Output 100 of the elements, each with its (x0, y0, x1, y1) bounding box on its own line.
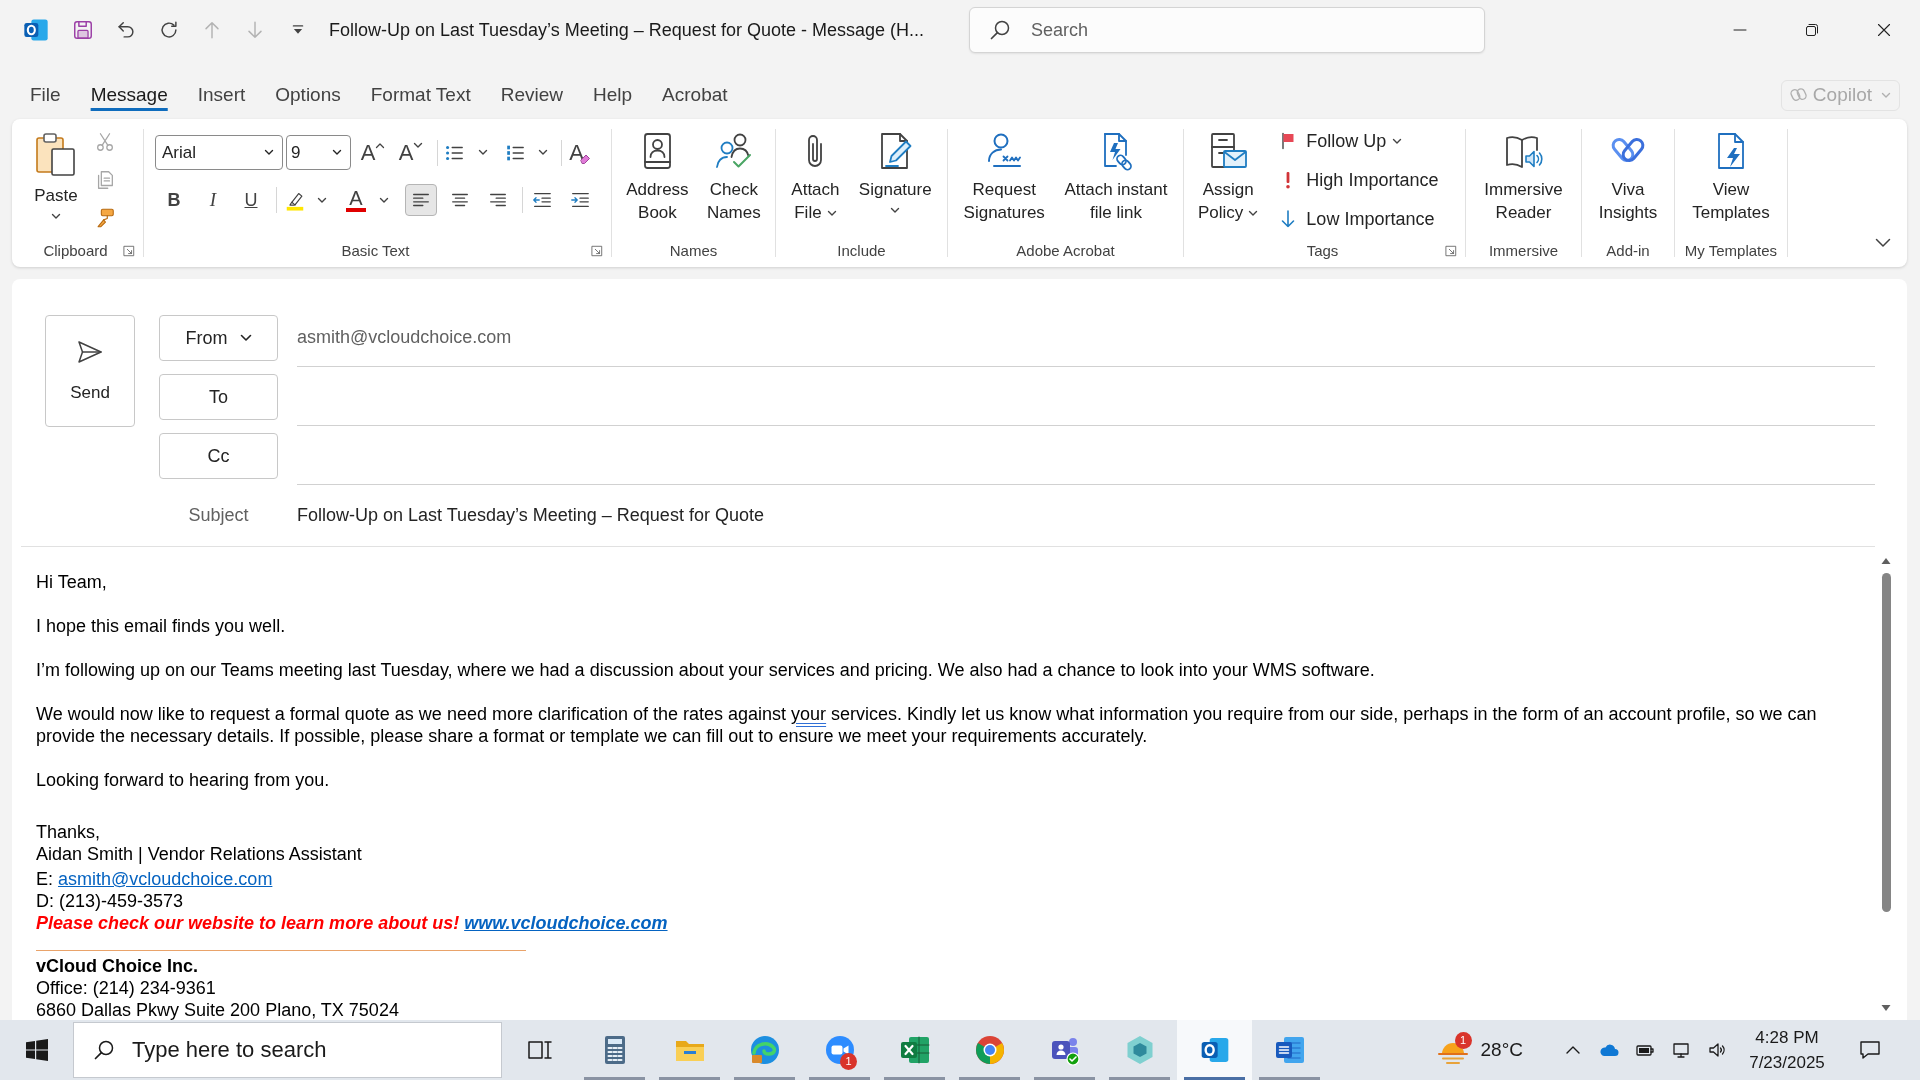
high-importance-button[interactable]: High Importance (1272, 164, 1445, 196)
search-icon (93, 1039, 115, 1061)
running-indicator (1034, 1077, 1095, 1080)
running-indicator (884, 1077, 945, 1080)
ribbon-tab[interactable]: Format Text (355, 73, 486, 117)
website-note: Please check our website to learn more about us! www.vcloudchoice.com (36, 912, 669, 934)
immersive-reader-button[interactable]: Immersive Reader (1480, 119, 1567, 237)
ribbon-tab[interactable]: Insert (182, 73, 261, 117)
grow-font-button[interactable]: A (357, 135, 389, 170)
ribbon-tab[interactable]: Review (485, 73, 579, 117)
request-signatures-button[interactable]: Request Signatures (959, 119, 1049, 237)
running-indicator (1109, 1077, 1170, 1080)
body-paragraph: Hi Team, (36, 571, 108, 593)
send-button[interactable]: Send (45, 315, 135, 427)
launcher-icon (591, 245, 603, 257)
caret-down-icon (1248, 210, 1259, 217)
ribbon-tab[interactable]: Message (75, 73, 183, 117)
follow-up-button[interactable]: Follow Up (1272, 125, 1445, 157)
scrollbar-thumb[interactable] (1881, 573, 1891, 912)
paste-button[interactable]: Paste (30, 119, 82, 237)
running-indicator (1184, 1077, 1245, 1080)
to-button[interactable]: To (159, 374, 278, 420)
low-importance-button[interactable]: Low Importance (1272, 203, 1445, 235)
launcher-icon (123, 245, 135, 257)
speech-bubble-icon (1859, 1039, 1881, 1061)
caret-down-icon (317, 196, 327, 204)
font-size-field[interactable]: 9 (286, 135, 351, 170)
ribbon-tab[interactable]: Help (578, 73, 648, 117)
group-label: Immersive (1487, 241, 1560, 261)
company-name: vCloud Choice Inc. (36, 955, 200, 977)
group-label: Tags (1305, 241, 1340, 261)
caret-down-icon (826, 210, 837, 217)
direct-phone-text: D: (213)-459-3573 (36, 890, 185, 912)
send-icon (76, 338, 104, 366)
window-title: Follow-Up on Last Tuesday’s Meeting – Request for Quote - Message (H... (329, 18, 924, 42)
caret-down-icon (51, 213, 61, 220)
running-indicator (1259, 1077, 1320, 1080)
clock-button[interactable]: 4:28 PM 7/23/2025 (1735, 1020, 1839, 1080)
weather-button[interactable]: 1 28°C (1428, 1020, 1529, 1080)
clear-formatting-button[interactable]: A (565, 135, 595, 170)
from-button[interactable]: From (159, 315, 278, 361)
running-indicator (584, 1077, 645, 1080)
sender-name-title: Aidan Smith | Vendor Relations Assistant (36, 843, 363, 865)
caret-down-icon (1392, 137, 1403, 145)
people-check-icon (713, 131, 754, 171)
align-left-button[interactable] (405, 184, 437, 216)
email-line: E: asmith@vcloudchoice.com (36, 868, 274, 890)
ribbon-tab[interactable]: Options (260, 73, 356, 117)
browser-wheel-icon (973, 1034, 1006, 1066)
website-link[interactable]: www.vcloudchoice.com (464, 913, 668, 933)
body-paragraph: Looking forward to hearing from you. (36, 769, 331, 791)
group-label: Names (668, 241, 719, 261)
search-field[interactable]: Search (969, 7, 1485, 53)
redo-icon (158, 19, 180, 41)
shrink-font-button[interactable]: A (395, 135, 427, 170)
attach-file-button[interactable]: Attach File (787, 119, 844, 237)
exclamation-icon (1285, 171, 1292, 189)
address-book-button[interactable]: Address Book (622, 119, 693, 237)
scissors-icon (94, 131, 116, 153)
underline-button[interactable]: U (235, 184, 267, 216)
running-indicator (809, 1077, 870, 1080)
close-icon (1877, 23, 1891, 37)
body-paragraph: I hope this email finds you well. (36, 615, 287, 637)
video-app-button[interactable]: 1 (802, 1020, 877, 1080)
assign-policy-button[interactable]: Assign Policy (1194, 119, 1263, 237)
font-color-button[interactable]: A (341, 184, 371, 216)
color-bar-icon (346, 208, 366, 212)
font-name-field[interactable]: Arial (155, 135, 283, 170)
scroll-down-arrow-icon[interactable] (1881, 1004, 1891, 1012)
spreadsheet-icon (898, 1034, 931, 1066)
ribbon-tab[interactable]: Acrobat (647, 73, 743, 117)
cc-button[interactable]: Cc (159, 433, 278, 479)
chevron-down-icon (239, 334, 252, 342)
restore-icon (1805, 23, 1819, 37)
monitor-icon (1671, 1040, 1691, 1060)
scroll-up-arrow-icon[interactable] (1881, 557, 1891, 565)
office-phone-text: Office: (214) 234-9361 (36, 977, 217, 999)
email-link[interactable]: asmith@vcloudchoice.com (58, 869, 273, 889)
mail-app-button[interactable] (1177, 1020, 1252, 1080)
group-label: Include (836, 241, 887, 261)
signature-button[interactable]: Signature (854, 119, 936, 237)
address-text: 6860 Dallas Pkwy Suite 200 Plano, TX 75024 (36, 999, 400, 1020)
view-templates-button[interactable]: View Templates (1688, 119, 1774, 237)
italic-button[interactable]: I (197, 184, 229, 216)
caret-down-icon (379, 196, 389, 204)
subject-field[interactable]: Follow-Up on Last Tuesday’s Meeting – Request for Quote (297, 501, 1875, 529)
group-label: Clipboard (42, 241, 109, 261)
subject-label: Subject (187, 503, 250, 527)
notification-badge: 1 (840, 1053, 857, 1070)
check-names-button[interactable]: Check Names (702, 119, 765, 237)
running-indicator (734, 1077, 795, 1080)
attach-file-link-button[interactable]: Attach instant file link (1060, 119, 1172, 237)
bold-button[interactable]: B (158, 184, 190, 216)
cabinet-envelope-icon (1208, 131, 1249, 171)
taskbar-search-field[interactable]: Type here to search (73, 1022, 502, 1078)
viva-insights-button[interactable]: Viva Insights (1594, 119, 1662, 237)
launcher-icon (1445, 245, 1457, 257)
from-field[interactable]: asmith@vcloudchoice.com (297, 315, 1875, 367)
caret-down-icon (478, 149, 488, 156)
ribbon-tab[interactable]: File (15, 73, 76, 117)
